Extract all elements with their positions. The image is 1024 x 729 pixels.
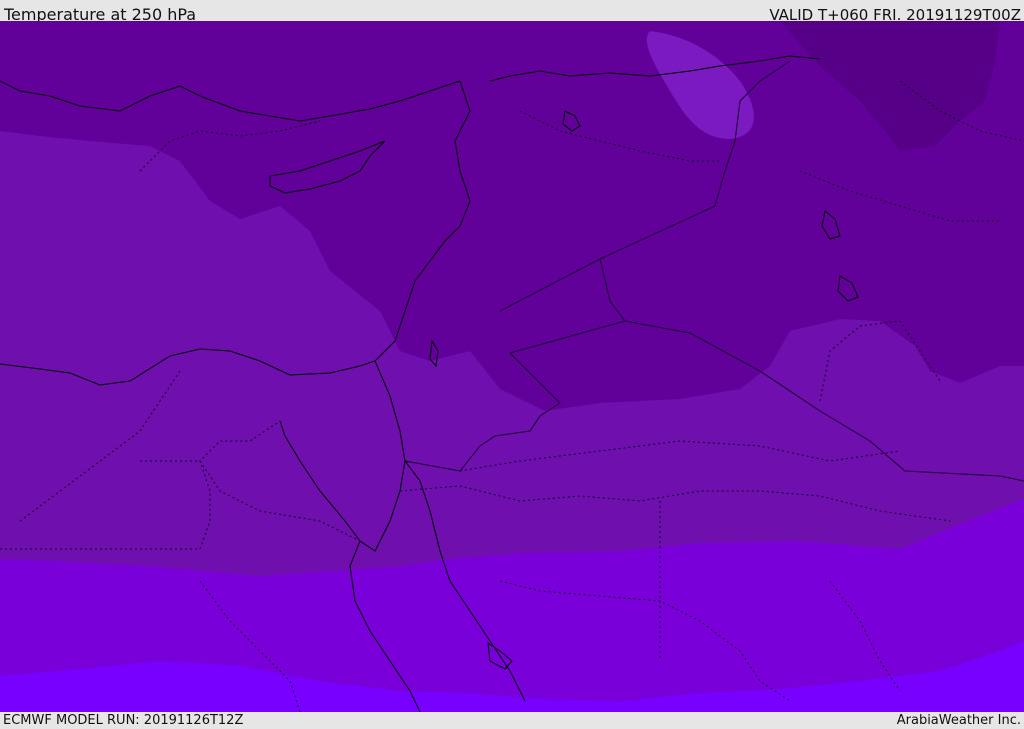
- map-canvas: [0, 21, 1024, 712]
- footer-bar: ECMWF MODEL RUN: 20191126T12Z ArabiaWeat…: [0, 712, 1024, 729]
- model-run-label: ECMWF MODEL RUN: 20191126T12Z: [3, 713, 244, 728]
- header-bar: Temperature at 250 hPa VALID T+060 FRI. …: [0, 0, 1024, 24]
- credit-label: ArabiaWeather Inc.: [896, 713, 1021, 728]
- temperature-map[interactable]: [0, 21, 1024, 712]
